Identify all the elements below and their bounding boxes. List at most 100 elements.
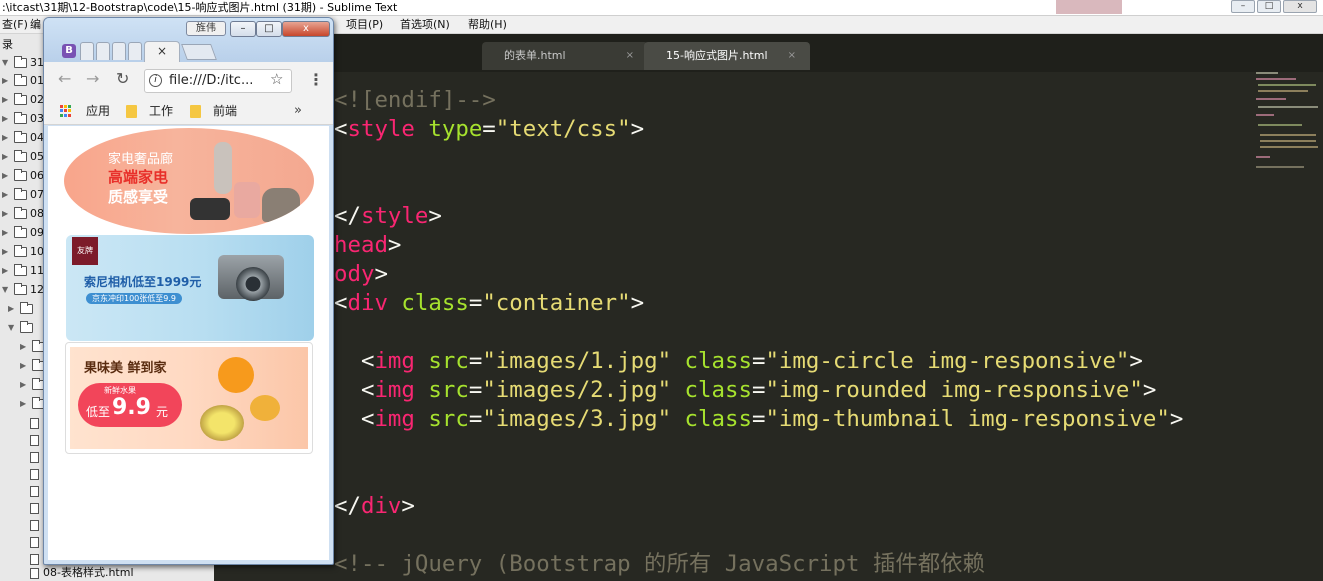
code-token: = [751, 406, 766, 432]
browser-tab[interactable] [80, 42, 94, 60]
expand-arrow-icon[interactable]: ▶ [2, 224, 12, 242]
sidebar-folder-item[interactable]: ▶ 03 [2, 110, 44, 128]
menu-preferences[interactable]: 首选项(N) [400, 16, 450, 33]
browser-active-tab[interactable]: × [144, 41, 180, 62]
sidebar-folder-item[interactable]: ▶ 07 [2, 186, 44, 204]
forward-arrow-icon[interactable]: → [86, 70, 99, 88]
sidebar-folder-item[interactable]: ▶ 06 [2, 167, 44, 185]
title-accent [1056, 0, 1122, 14]
sidebar-file-item[interactable] [28, 533, 43, 551]
expand-arrow-icon[interactable]: ▶ [2, 186, 12, 204]
sidebar-folder-item[interactable]: ▼ 12 [2, 281, 44, 299]
reload-icon[interactable]: ↻ [116, 70, 129, 88]
expand-arrow-icon[interactable]: ▶ [2, 262, 12, 280]
bookmark-star-icon[interactable]: ☆ [270, 70, 283, 88]
browser-tab[interactable] [96, 42, 110, 60]
folder-icon [14, 112, 27, 124]
code-editor[interactable]: <![endif]--> <style type="text/css"> </sty… [334, 72, 1251, 581]
sidebar-folder-item[interactable]: ▶ 08 [2, 205, 44, 223]
menu-project[interactable]: 项目(P) [346, 16, 383, 33]
expand-arrow-icon[interactable]: ▶ [20, 357, 30, 375]
expand-arrow-icon[interactable]: ▶ [2, 167, 12, 185]
minimap[interactable] [1252, 72, 1323, 581]
browser-tab[interactable] [128, 42, 142, 60]
code-token: div [360, 493, 402, 519]
new-tab-button[interactable] [181, 44, 217, 60]
maximize-button[interactable]: □ [1257, 0, 1281, 13]
expand-arrow-icon[interactable]: ▼ [2, 281, 12, 299]
menu-help[interactable]: 帮助(H) [468, 16, 507, 33]
code-line: <img src="images/2.jpg" class="img-round… [334, 376, 1156, 405]
sidebar-folder-item[interactable]: ▶ 09 [2, 224, 44, 242]
sidebar-folder-item[interactable]: ▶ 01 [2, 72, 44, 90]
camera-lens-shape [236, 267, 270, 301]
expand-arrow-icon[interactable]: ▶ [8, 300, 18, 318]
tab-close-icon[interactable]: × [157, 44, 167, 58]
folder-label: 07 [30, 188, 44, 201]
sidebar-folder-item[interactable]: ▶ 11 [2, 262, 44, 280]
browser-close-button[interactable]: x [282, 21, 330, 37]
browser-menu-icon[interactable]: ⋮ [308, 70, 324, 89]
folder-icon [14, 150, 27, 162]
expand-arrow-icon[interactable]: ▼ [8, 319, 18, 337]
expand-arrow-icon[interactable]: ▶ [2, 129, 12, 147]
sidebar-subfolder-item[interactable]: ▼ [8, 319, 36, 337]
code-token: < [334, 406, 375, 432]
file-icon [30, 451, 39, 463]
expand-arrow-icon[interactable]: ▶ [2, 148, 12, 166]
bookmark-folder-frontend[interactable]: 前端 [190, 103, 237, 119]
bookmarks-overflow-icon[interactable]: » [294, 103, 302, 118]
bookmark-folder-work[interactable]: 工作 [126, 103, 173, 119]
tab-close-icon[interactable]: × [788, 42, 796, 70]
expand-arrow-icon[interactable]: ▶ [20, 395, 30, 413]
browser-maximize-button[interactable]: □ [256, 21, 282, 37]
expand-arrow-icon[interactable]: ▶ [2, 72, 12, 90]
code-token: "img-circle img-responsive" [765, 348, 1130, 374]
browser-tab[interactable] [112, 42, 126, 60]
minimize-button[interactable]: – [1231, 0, 1255, 13]
expand-arrow-icon[interactable]: ▶ [2, 110, 12, 128]
close-button[interactable]: x [1283, 0, 1317, 13]
info-icon[interactable]: i [149, 74, 162, 87]
folder-label: 01 [30, 74, 44, 87]
expand-arrow-icon[interactable]: ▼ [2, 54, 12, 72]
bookmark-apps[interactable]: 应用 [60, 103, 110, 119]
sidebar-folder-item[interactable]: ▶ 04 [2, 129, 44, 147]
menu-edit[interactable]: 编 [30, 16, 41, 33]
sidebar-file-item[interactable] [28, 414, 43, 432]
tab-form[interactable]: 的表单.html × [482, 42, 648, 70]
file-label: 08-表格样式.html [43, 566, 134, 579]
sidebar-folder-item[interactable]: ▶ 10 [2, 243, 44, 261]
tab-close-icon[interactable]: × [626, 42, 634, 70]
folder-label: 05 [30, 150, 44, 163]
sidebar-folder-item[interactable]: ▶ 02 [2, 91, 44, 109]
sidebar-file-item[interactable] [28, 499, 43, 517]
expand-arrow-icon[interactable]: ▶ [2, 243, 12, 261]
price-text: 9.9 [112, 395, 151, 420]
code-token: </ [334, 203, 361, 229]
tab-responsive-images[interactable]: 15-响应式图片.html × [644, 42, 810, 70]
sidebar-file-item[interactable]: 08-表格样式.html [28, 564, 134, 581]
code-token: > [428, 203, 442, 229]
sidebar-file-item[interactable] [28, 482, 43, 500]
profile-button[interactable]: 旌伟 [186, 21, 226, 36]
sidebar-subfolder-item[interactable]: ▶ [8, 300, 36, 318]
bookmark-label: 前端 [213, 104, 238, 118]
expand-arrow-icon[interactable]: ▶ [2, 91, 12, 109]
expand-arrow-icon[interactable]: ▶ [20, 376, 30, 394]
menu-file[interactable]: 查(F) [2, 16, 28, 33]
sidebar-file-item[interactable] [28, 516, 43, 534]
sidebar-folder-item[interactable]: ▶ 05 [2, 148, 44, 166]
folder-label: 11 [30, 264, 44, 277]
sidebar-file-item[interactable] [28, 448, 43, 466]
browser-minimize-button[interactable]: – [230, 21, 256, 37]
sidebar-file-item[interactable] [28, 465, 43, 483]
back-arrow-icon[interactable]: ← [58, 70, 71, 88]
expand-arrow-icon[interactable]: ▶ [20, 338, 30, 356]
expand-arrow-icon[interactable]: ▶ [2, 205, 12, 223]
sidebar-file-item[interactable] [28, 431, 43, 449]
tab-label: 15-响应式图片.html [666, 49, 768, 62]
folder-label: 03 [30, 112, 44, 125]
